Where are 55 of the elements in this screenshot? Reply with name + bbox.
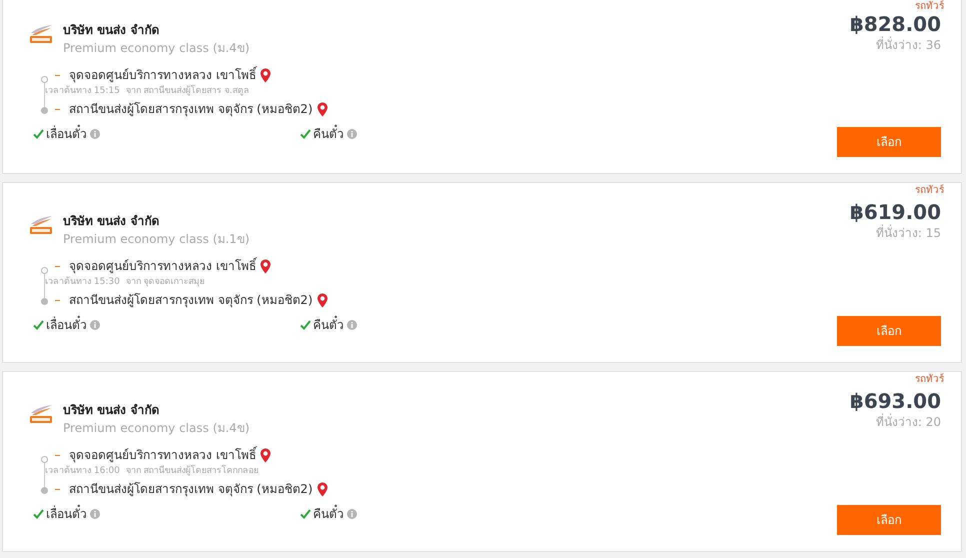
stop-name: จุดจอดศูนย์บริการทางหลวง เขาโพธิ์: [69, 66, 256, 84]
price: ฿619.00: [850, 199, 941, 224]
price: ฿693.00: [850, 388, 941, 414]
origin-station: จาก สถานีขนส่งผู้โดยสารโคกกลอย: [126, 465, 259, 477]
map-pin-icon: [316, 482, 328, 496]
departure-time: เวลาต้นทาง 15:30: [45, 276, 120, 288]
origin-station: จาก จุดจอดเกาะสมุย: [126, 276, 205, 288]
stop-dash: [55, 74, 60, 76]
stop-name: จุดจอดศูนย์บริการทางหลวง เขาโพธิ์: [69, 446, 256, 464]
seats-available: ที่นั่งว่าง: 15: [876, 225, 941, 241]
feature-label: คืนตั๋ว: [313, 316, 344, 334]
map-pin-icon: [260, 448, 271, 462]
map-pin-icon: [260, 68, 271, 82]
map-pin-icon: [316, 102, 328, 116]
stop-name: สถานีขนส่งผู้โดยสารกรุงเทพ จตุจักร (หมอชิต2): [69, 481, 313, 498]
select-button[interactable]: เลือก: [837, 127, 941, 157]
price: ฿828.00: [850, 11, 941, 36]
stop-dash: [55, 108, 60, 110]
select-button[interactable]: เลือก: [837, 505, 941, 535]
stop-name: จุดจอดศูนย์บริการทางหลวง เขาโพธิ์: [69, 257, 256, 275]
stop-dash: [55, 488, 60, 490]
map-pin-icon: [260, 258, 271, 274]
stop-dash: [55, 454, 60, 456]
feature-label: เลื่อนตั๋ว: [46, 125, 87, 143]
info-icon[interactable]: [347, 129, 357, 139]
feature-label: เลื่อนตั๋ว: [46, 316, 87, 334]
info-icon[interactable]: [90, 129, 100, 139]
feature-label: คืนตั๋ว: [313, 125, 344, 143]
seats-available: ที่นั่งว่าง: 20: [876, 414, 941, 430]
bus-company-logo: [29, 215, 53, 235]
stop-name: สถานีขนส่งผู้โดยสารกรุงเทพ จตุจักร (หมอชิต2): [69, 292, 313, 309]
info-icon[interactable]: [347, 320, 357, 330]
info-icon[interactable]: [90, 509, 100, 519]
bus-company-logo: [29, 404, 53, 424]
info-icon[interactable]: [347, 509, 357, 519]
bus-class: Premium economy class (ม.1ข): [63, 231, 250, 248]
bus-class: Premium economy class (ม.4ข): [63, 420, 250, 437]
company-name: บริษัท ขนส่ง จำกัด: [63, 213, 160, 229]
select-button[interactable]: เลือก: [837, 316, 941, 346]
departure-time: เวลาต้นทาง 15:15: [45, 85, 120, 97]
info-icon[interactable]: [90, 320, 100, 330]
stop-name: สถานีขนส่งผู้โดยสารกรุงเทพ จตุจักร (หมอชิต2): [69, 101, 313, 118]
origin-station: จาก สถานีขนส่งผู้โดยสาร จ.สตูล: [126, 85, 250, 97]
bus-company-logo: [29, 24, 53, 44]
bus-class: Premium economy class (ม.4ข): [63, 40, 250, 57]
bus-type-tag: รถทัวร์: [915, 374, 944, 386]
map-pin-icon: [316, 292, 328, 308]
departure-time: เวลาต้นทาง 16:00: [45, 465, 120, 477]
feature-label: เลื่อนตั๋ว: [46, 505, 87, 523]
bus-type-tag: รถทัวร์: [915, 185, 944, 197]
company-name: บริษัท ขนส่ง จำกัด: [63, 402, 160, 418]
seats-available: ที่นั่งว่าง: 36: [876, 37, 941, 53]
company-name: บริษัท ขนส่ง จำกัด: [63, 22, 160, 38]
feature-label: คืนตั๋ว: [313, 505, 344, 523]
bus-type-tag: รถทัวร์: [915, 1, 944, 13]
